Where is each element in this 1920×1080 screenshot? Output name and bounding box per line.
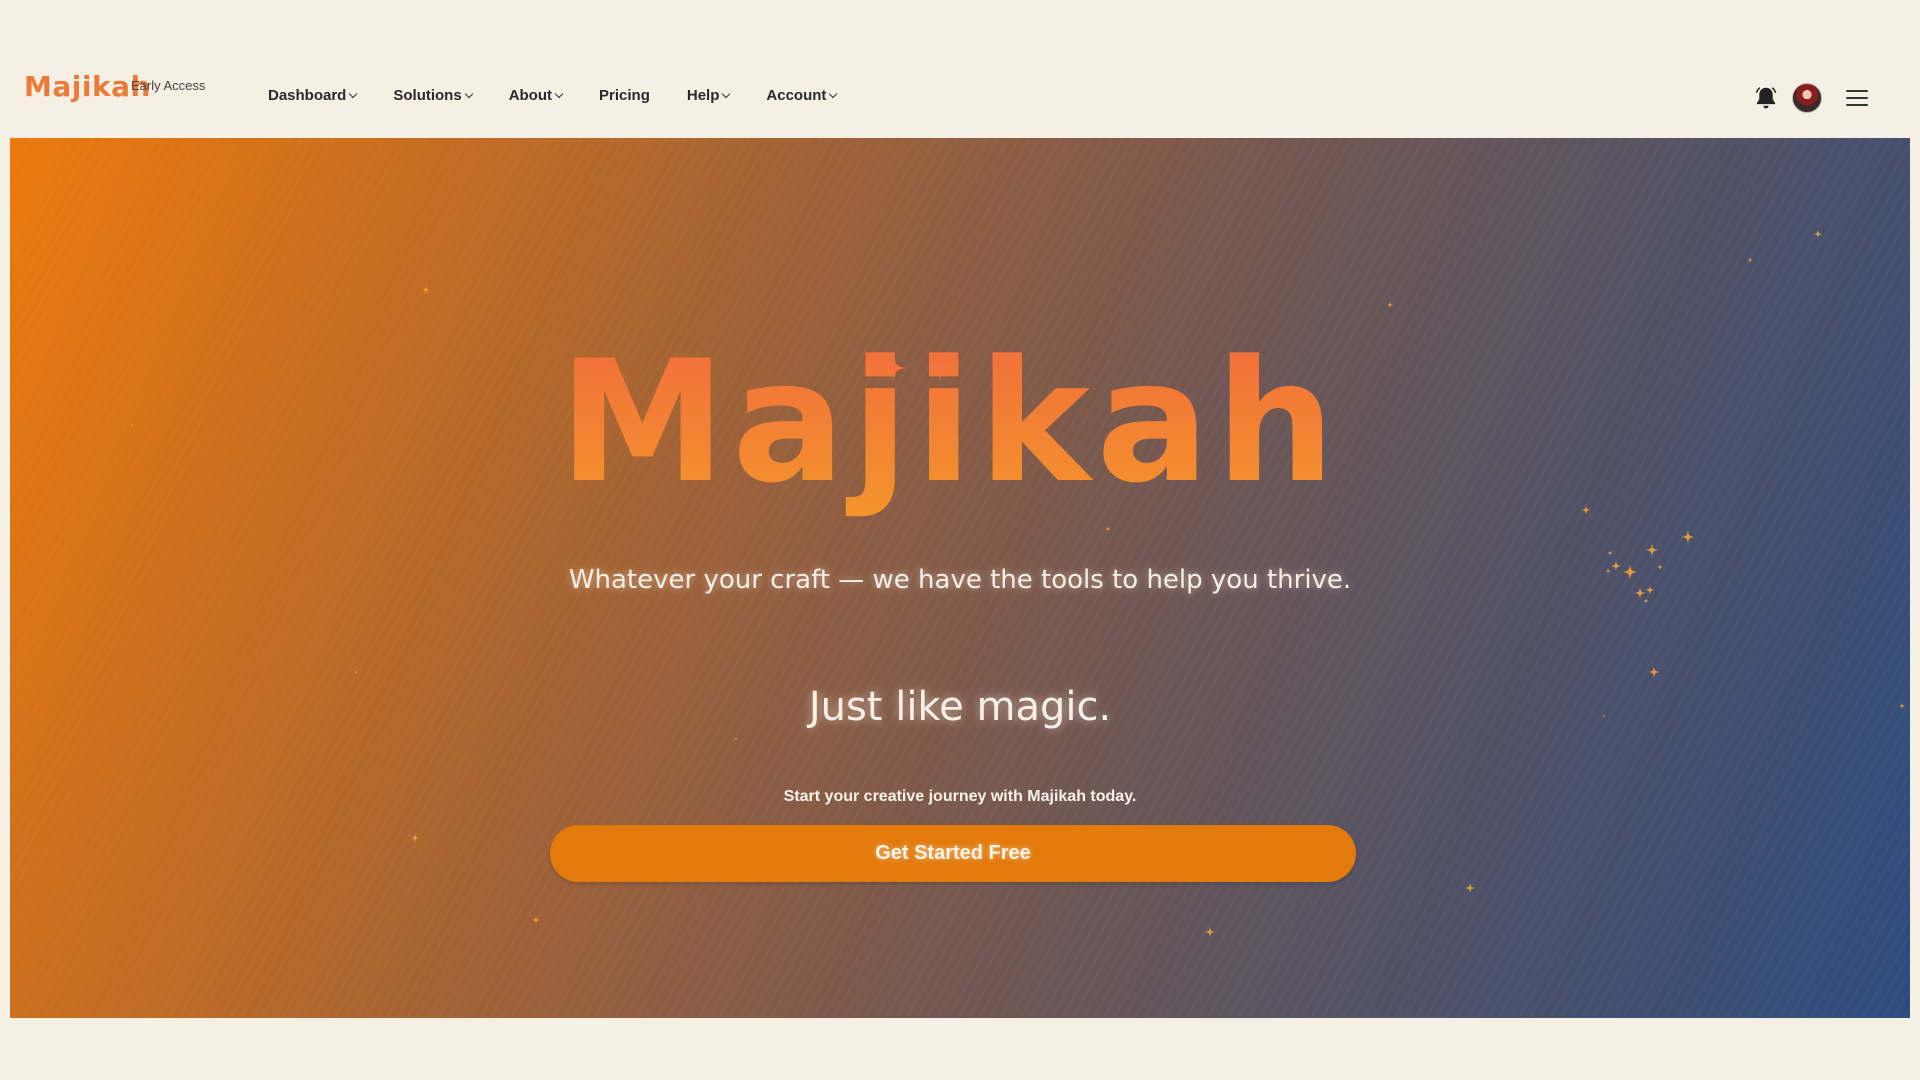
chevron-down-icon — [349, 89, 358, 98]
get-started-button[interactable]: Get Started Free — [550, 825, 1356, 882]
hero-section: Majikah Whatever your craft — we have th… — [10, 138, 1910, 1018]
nav-item-label: About — [508, 86, 553, 104]
chevron-down-icon — [722, 89, 731, 98]
nav-item-pricing[interactable]: Pricing — [599, 87, 650, 104]
main-nav: Dashboard Solutions About Pricing Help A… — [268, 84, 873, 106]
bell-icon[interactable] — [1753, 85, 1779, 111]
nav-item-label: Dashboard — [268, 86, 347, 104]
nav-item-solutions[interactable]: Solutions — [393, 86, 473, 104]
hero-headline: Just like magic. — [808, 684, 1112, 730]
hero-tagline: Whatever your craft — we have the tools … — [568, 565, 1352, 595]
chevron-down-icon — [464, 89, 473, 98]
early-access-badge: Early Access — [131, 78, 206, 93]
nav-item-label: Solutions — [393, 86, 462, 104]
hero-subtext: Start your creative journey with Majikah… — [783, 788, 1137, 805]
nav-item-label: Account — [766, 86, 827, 104]
nav-item-label: Pricing — [599, 86, 650, 104]
chevron-down-icon — [829, 89, 838, 98]
nav-item-account[interactable]: Account — [766, 86, 838, 104]
nav-item-label: Help — [686, 86, 720, 104]
hero-wordmark-text: Majikah — [559, 326, 1341, 520]
header-tools — [1753, 83, 1868, 113]
chevron-down-icon — [554, 89, 564, 98]
nav-item-about[interactable]: About — [508, 86, 564, 104]
site-header: Majikah Early Access Dashboard Solutions… — [0, 0, 1920, 138]
nav-item-help[interactable]: Help — [686, 86, 731, 104]
nav-item-dashboard[interactable]: Dashboard — [268, 86, 358, 104]
avatar[interactable] — [1792, 83, 1822, 113]
menu-icon[interactable] — [1846, 90, 1868, 106]
hero-wordmark: Majikah — [559, 326, 1341, 520]
